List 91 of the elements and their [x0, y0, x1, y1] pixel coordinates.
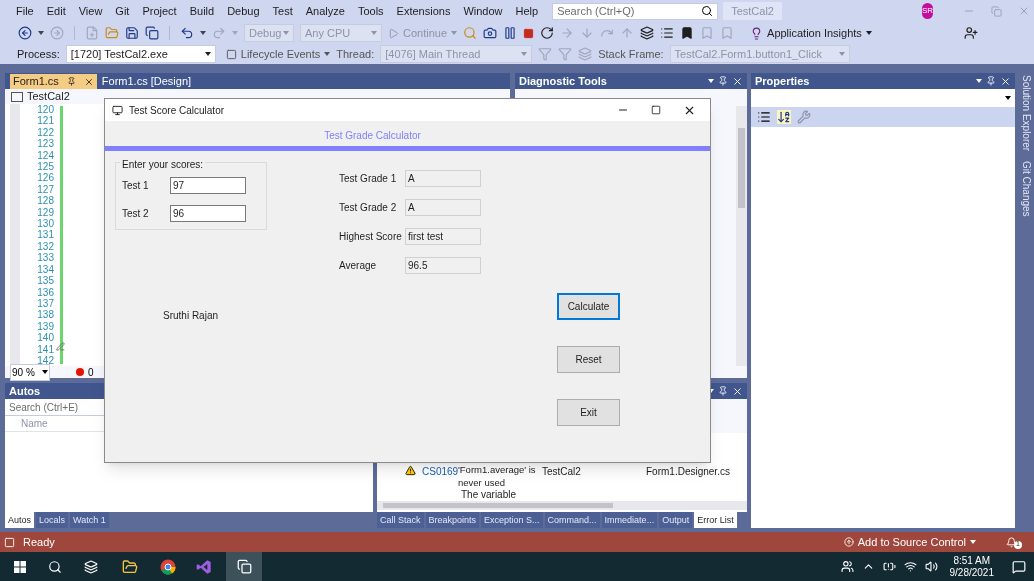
- menu-item[interactable]: Build: [189, 2, 215, 20]
- line-number: 133: [37, 252, 54, 264]
- source-control-button[interactable]: Add to Source Control: [843, 533, 976, 551]
- menu-item[interactable]: Window: [463, 2, 503, 20]
- line-number: 125: [37, 161, 54, 173]
- author-name: Sruthi Rajan: [163, 309, 220, 323]
- form-button[interactable]: Calculate: [557, 293, 620, 320]
- form-heading: Test Grade Calculator: [324, 129, 421, 143]
- score-label: Test 1: [122, 179, 150, 193]
- panel-title: Diagnostic Tools: [519, 73, 607, 89]
- panel-tab[interactable]: Immediate...: [601, 512, 658, 528]
- error-count[interactable]: 0: [76, 364, 94, 380]
- panel-tab[interactable]: Output: [659, 512, 693, 528]
- line-number: 122: [37, 126, 54, 139]
- line-number: 124: [37, 149, 54, 162]
- menu-item[interactable]: File: [16, 2, 34, 20]
- panel-title: Properties: [755, 73, 810, 89]
- process-dropdown[interactable]: [1720] TestCal2.exe: [65, 45, 216, 63]
- panel-tab[interactable]: Autos: [5, 512, 34, 528]
- column-header: Name: [21, 417, 48, 431]
- user-avatar[interactable]: SR: [921, 3, 934, 19]
- project-dropdown[interactable]: TestCal2: [11, 88, 70, 105]
- panel-tab[interactable]: Locals: [36, 512, 69, 528]
- menu-item[interactable]: View: [78, 2, 103, 20]
- panel-tab[interactable]: Breakpoints: [425, 512, 480, 528]
- solution-name: TestCal2: [723, 2, 782, 20]
- panel-tab[interactable]: Watch 1: [70, 512, 109, 528]
- result-field[interactable]: A: [405, 199, 481, 216]
- clock[interactable]: 8:51 AM 9/28/2021: [945, 554, 998, 579]
- line-number: 140: [37, 332, 54, 344]
- line-number: 121: [37, 115, 54, 127]
- line-number: 132: [37, 240, 54, 253]
- process-label: Process:: [17, 46, 60, 62]
- line-number: 126: [37, 172, 54, 184]
- application-insights-button[interactable]: Application Insights: [750, 24, 872, 42]
- menu-item[interactable]: Extensions: [396, 2, 451, 20]
- panel-title: Autos: [9, 383, 41, 399]
- menu-item[interactable]: Debug: [227, 2, 260, 20]
- line-number: 127: [37, 183, 54, 196]
- side-tab[interactable]: Git Changes: [1019, 161, 1034, 217]
- menu-item[interactable]: Help: [515, 2, 539, 20]
- line-number: 123: [37, 138, 54, 150]
- line-number: 134: [37, 263, 54, 276]
- result-field[interactable]: A: [405, 170, 481, 187]
- panel-tab[interactable]: Exception S...: [481, 512, 543, 528]
- line-number: 135: [37, 275, 54, 287]
- line-number: 120: [37, 104, 54, 116]
- score-label: Test 2: [122, 207, 150, 221]
- error-description: The variable: [461, 489, 518, 500]
- side-tab[interactable]: Solution Explorer: [1019, 75, 1034, 152]
- menu-item[interactable]: Tools: [357, 2, 384, 20]
- status-text: Ready: [23, 534, 55, 550]
- error-code-link[interactable]: CS0169: [422, 464, 458, 479]
- line-number: 141: [37, 343, 54, 355]
- error-project: TestCal2: [542, 465, 582, 479]
- score-input[interactable]: 96: [170, 205, 246, 222]
- score-input[interactable]: 97: [170, 177, 246, 194]
- menu-item[interactable]: Analyze: [305, 2, 345, 20]
- line-number: 128: [37, 195, 54, 207]
- error-file: Form1.Designer.cs: [646, 465, 730, 479]
- document-tab[interactable]: Form1.cs: [10, 74, 97, 89]
- menu-item[interactable]: Test: [272, 2, 293, 20]
- result-label: Average: [339, 259, 378, 273]
- line-number: 131: [37, 229, 54, 241]
- form-button[interactable]: Exit: [557, 399, 620, 426]
- line-number: 138: [37, 309, 54, 321]
- menu-item[interactable]: Git: [115, 2, 130, 20]
- line-number: 136: [37, 286, 54, 298]
- zoom-dropdown[interactable]: 90 %: [10, 363, 50, 381]
- result-label: Test Grade 1: [339, 172, 398, 186]
- result-label: Highest Score: [339, 230, 403, 244]
- menu-item[interactable]: Project: [142, 2, 177, 20]
- line-number: 137: [37, 297, 54, 310]
- thread-label: Thread:: [336, 46, 375, 62]
- result-label: Test Grade 2: [339, 201, 398, 215]
- panel-tab[interactable]: Command...: [544, 512, 600, 528]
- result-field[interactable]: first test: [405, 228, 481, 245]
- line-number: 130: [37, 218, 54, 230]
- error-description: 'Form1.average' is never used: [458, 463, 537, 489]
- group-title: Enter your scores:: [120, 157, 206, 172]
- panel-tab[interactable]: Call Stack: [377, 512, 424, 528]
- stack-frame-label: Stack Frame:: [598, 46, 664, 62]
- line-number: 139: [37, 320, 54, 333]
- result-field[interactable]: 96.5: [405, 257, 481, 274]
- menu-item[interactable]: Edit: [46, 2, 66, 20]
- search-field[interactable]: Search (Ctrl+Q): [552, 2, 719, 20]
- form-button[interactable]: Reset: [557, 346, 620, 373]
- line-number: 129: [37, 206, 54, 219]
- panel-tab[interactable]: Error List: [694, 512, 737, 528]
- window-title: Test Score Calculator: [129, 103, 225, 118]
- lifecycle-events-button[interactable]: Lifecycle Events: [225, 45, 331, 63]
